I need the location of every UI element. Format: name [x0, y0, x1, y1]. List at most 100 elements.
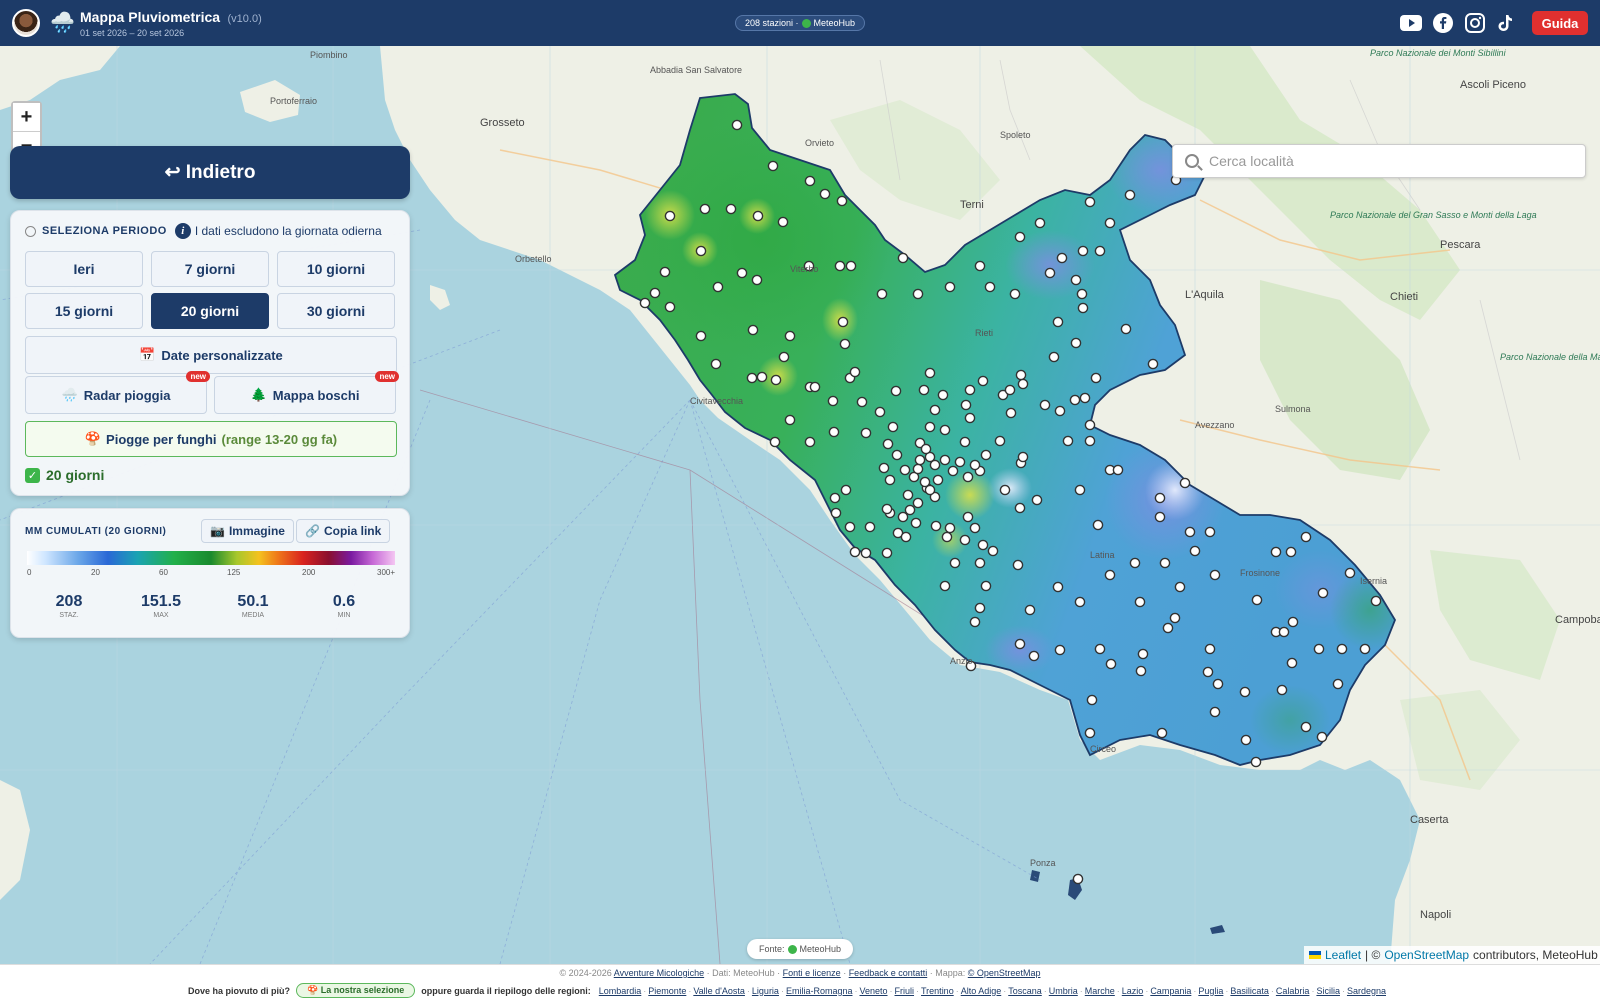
station-marker[interactable]	[1112, 464, 1124, 476]
station-marker[interactable]	[664, 301, 676, 313]
station-marker[interactable]	[1129, 557, 1141, 569]
station-marker[interactable]	[710, 358, 722, 370]
station-marker[interactable]	[1084, 196, 1096, 208]
station-marker[interactable]	[1332, 678, 1344, 690]
station-marker[interactable]	[910, 517, 922, 529]
station-marker[interactable]	[1336, 643, 1348, 655]
station-marker[interactable]	[930, 520, 942, 532]
station-marker[interactable]	[1014, 502, 1026, 514]
station-marker[interactable]	[939, 454, 951, 466]
station-marker[interactable]	[1124, 189, 1136, 201]
station-marker[interactable]	[747, 324, 759, 336]
region-link[interactable]: Friuli	[895, 986, 915, 996]
station-marker[interactable]	[924, 367, 936, 379]
station-marker[interactable]	[944, 522, 956, 534]
station-marker[interactable]	[1134, 596, 1146, 608]
station-marker[interactable]	[1162, 622, 1174, 634]
station-marker[interactable]	[912, 463, 924, 475]
station-marker[interactable]	[1031, 494, 1043, 506]
station-marker[interactable]	[941, 531, 953, 543]
station-marker[interactable]	[664, 210, 676, 222]
station-marker[interactable]	[860, 547, 872, 559]
station-marker[interactable]	[939, 424, 951, 436]
station-marker[interactable]	[1204, 643, 1216, 655]
station-marker[interactable]	[890, 385, 902, 397]
region-link[interactable]: Valle d'Aosta	[693, 986, 745, 996]
station-marker[interactable]	[1135, 665, 1147, 677]
station-marker[interactable]	[876, 288, 888, 300]
station-marker[interactable]	[1052, 581, 1064, 593]
station-marker[interactable]	[884, 474, 896, 486]
tiktok-icon[interactable]	[1494, 13, 1516, 33]
station-marker[interactable]	[1276, 684, 1288, 696]
station-marker[interactable]	[844, 521, 856, 533]
station-marker[interactable]	[699, 203, 711, 215]
station-marker[interactable]	[1012, 559, 1024, 571]
station-marker[interactable]	[1015, 369, 1027, 381]
station-marker[interactable]	[918, 384, 930, 396]
station-marker[interactable]	[1286, 657, 1298, 669]
station-marker[interactable]	[939, 580, 951, 592]
station-marker[interactable]	[1184, 526, 1196, 538]
back-button[interactable]: ↩ Indietro	[10, 146, 410, 199]
station-marker[interactable]	[974, 260, 986, 272]
station-marker[interactable]	[845, 260, 857, 272]
radar-button[interactable]: 🌧️ Radar pioggia new	[25, 371, 210, 414]
station-marker[interactable]	[1154, 492, 1166, 504]
station-marker[interactable]	[752, 210, 764, 222]
station-marker[interactable]	[1024, 604, 1036, 616]
station-marker[interactable]	[829, 492, 841, 504]
station-marker[interactable]	[929, 404, 941, 416]
station-marker[interactable]	[1359, 643, 1371, 655]
station-marker[interactable]	[904, 504, 916, 516]
station-marker[interactable]	[980, 580, 992, 592]
feedback-link[interactable]: Feedback e contatti	[849, 968, 928, 978]
region-link[interactable]: Emilia-Romagna	[786, 986, 853, 996]
custom-dates-button[interactable]: 📅 Date personalizzate	[25, 336, 397, 374]
station-marker[interactable]	[947, 465, 959, 477]
station-marker[interactable]	[725, 203, 737, 215]
station-marker[interactable]	[1044, 267, 1056, 279]
station-marker[interactable]	[1090, 372, 1102, 384]
station-marker[interactable]	[959, 436, 971, 448]
station-marker[interactable]	[969, 616, 981, 628]
station-marker[interactable]	[899, 464, 911, 476]
station-marker[interactable]	[1079, 392, 1091, 404]
station-marker[interactable]	[1370, 595, 1382, 607]
station-marker[interactable]	[1009, 288, 1021, 300]
station-marker[interactable]	[837, 316, 849, 328]
station-marker[interactable]	[751, 274, 763, 286]
station-marker[interactable]	[964, 412, 976, 424]
station-marker[interactable]	[659, 266, 671, 278]
region-link[interactable]: Lombardia	[599, 986, 642, 996]
station-marker[interactable]	[639, 297, 651, 309]
region-link[interactable]: Basilicata	[1230, 986, 1269, 996]
station-marker[interactable]	[882, 438, 894, 450]
station-marker[interactable]	[1189, 545, 1201, 557]
station-marker[interactable]	[827, 395, 839, 407]
station-marker[interactable]	[1287, 616, 1299, 628]
station-marker[interactable]	[881, 547, 893, 559]
station-marker[interactable]	[1285, 546, 1297, 558]
region-link[interactable]: Veneto	[859, 986, 887, 996]
station-marker[interactable]	[919, 476, 931, 488]
station-marker[interactable]	[932, 474, 944, 486]
fungi-rain-button[interactable]: 🍄 Piogge per funghi (range 13-20 gg fa)	[25, 421, 397, 457]
guide-button[interactable]: Guida	[1532, 11, 1588, 35]
station-marker[interactable]	[902, 489, 914, 501]
region-link[interactable]: Toscana	[1008, 986, 1042, 996]
station-marker[interactable]	[874, 406, 886, 418]
station-marker[interactable]	[769, 436, 781, 448]
station-marker[interactable]	[1270, 546, 1282, 558]
station-marker[interactable]	[969, 459, 981, 471]
station-marker[interactable]	[1004, 384, 1016, 396]
region-link[interactable]: Piemonte	[648, 986, 686, 996]
station-marker[interactable]	[914, 454, 926, 466]
station-marker[interactable]	[804, 175, 816, 187]
station-marker[interactable]	[1120, 323, 1132, 335]
region-link[interactable]: Sardegna	[1347, 986, 1386, 996]
save-image-button[interactable]: 📷 Immagine	[201, 519, 294, 543]
station-marker[interactable]	[960, 399, 972, 411]
station-marker[interactable]	[1209, 706, 1221, 718]
region-link[interactable]: Calabria	[1276, 986, 1310, 996]
